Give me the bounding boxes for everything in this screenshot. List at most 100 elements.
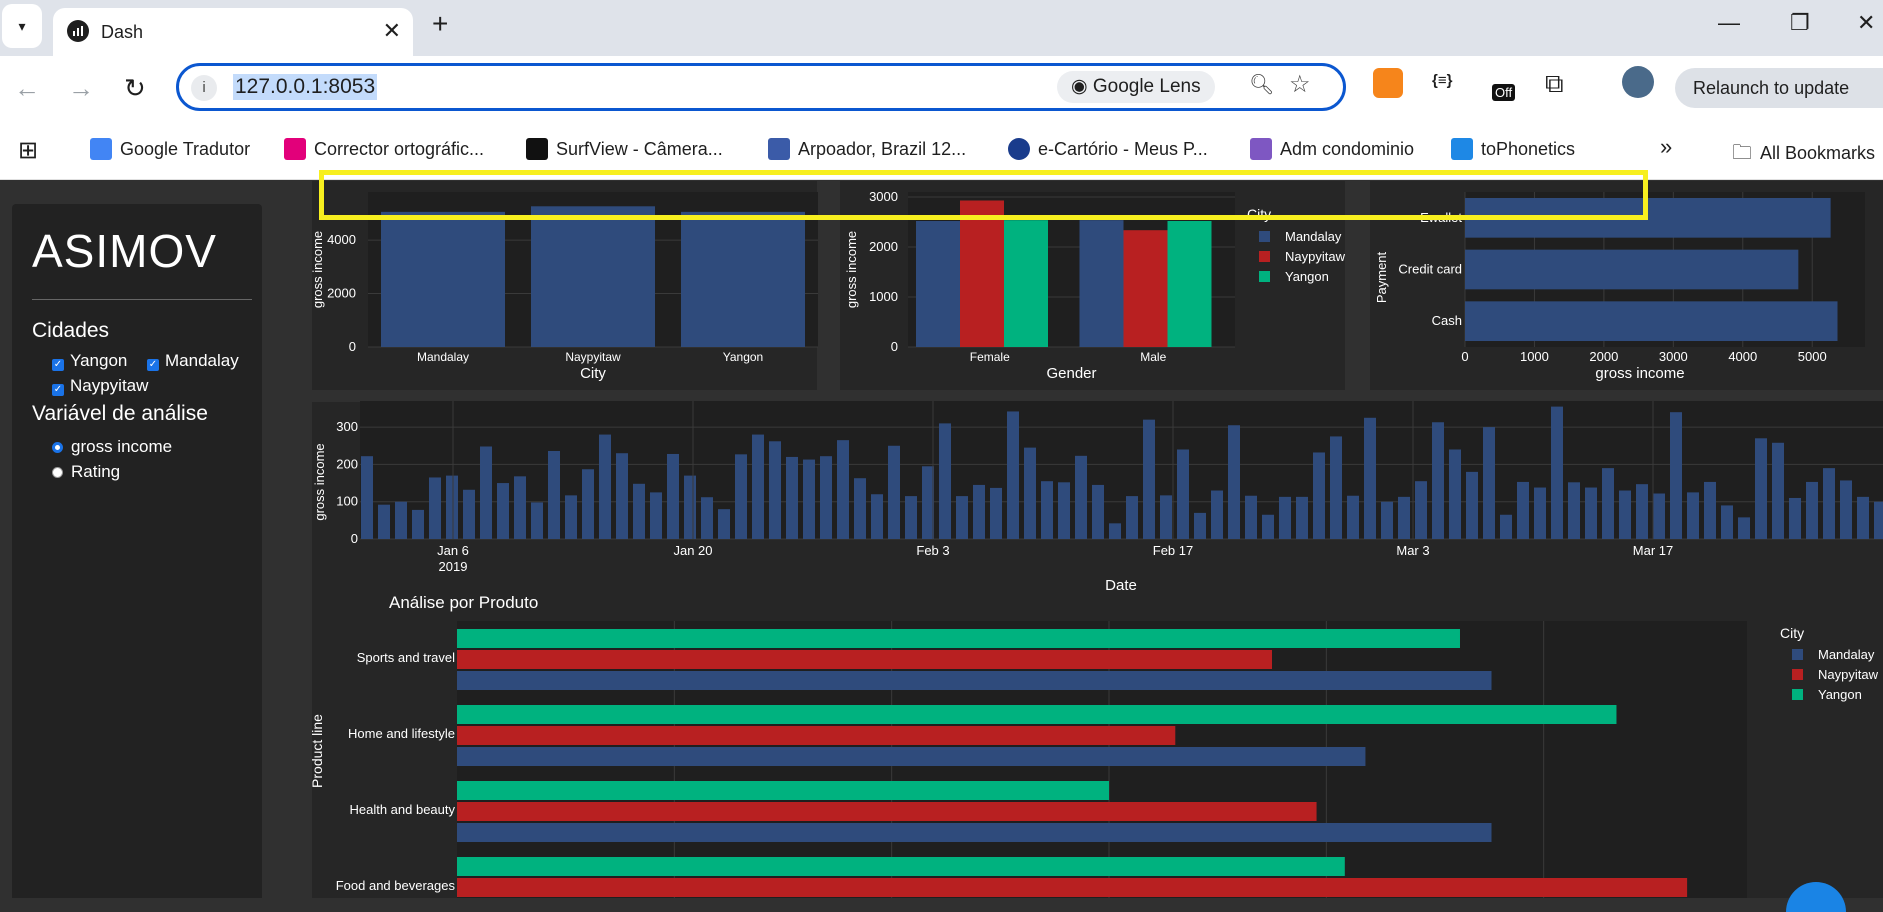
bar-date [905, 496, 917, 539]
new-tab-icon[interactable]: + [432, 8, 448, 40]
bar-date [1704, 481, 1716, 539]
bookmark-label: SurfView - Câmera... [556, 139, 723, 159]
y-axis-label: gross income [310, 231, 325, 308]
bar-date [599, 434, 611, 539]
bookmark-item[interactable]: Adm condominio [1250, 138, 1414, 160]
bar-date [1772, 442, 1784, 539]
bar-date [684, 475, 696, 539]
y-axis-label: Product line [309, 714, 325, 788]
bar-date [1262, 514, 1274, 539]
bar-date [990, 487, 1002, 539]
bar-date [1279, 496, 1291, 539]
y-tick-label: 100 [336, 494, 358, 509]
relaunch-button[interactable]: Relaunch to update [1675, 68, 1883, 108]
zoom-icon[interactable]: 🔍︎ [1249, 72, 1274, 97]
bookmark-item[interactable]: SurfView - Câmera... [526, 138, 723, 160]
tab-title: Dash [101, 22, 144, 42]
y-tick-label: 300 [336, 419, 358, 434]
metamask-icon[interactable] [1373, 68, 1403, 98]
url-text[interactable]: 127.0.0.1:8053 [233, 74, 378, 100]
bar-date [956, 496, 968, 539]
forward-arrow-icon[interactable]: → [68, 73, 94, 104]
all-bookmarks-button[interactable]: 🗀 All Bookmarks [1732, 138, 1875, 172]
y-axis-label: gross income [844, 231, 859, 308]
bookmark-item[interactable]: Corrector ortográfic... [284, 138, 484, 160]
more-bookmarks-button[interactable]: » [1660, 134, 1672, 160]
tophonetics-icon [1451, 138, 1473, 160]
legend-swatch [1259, 251, 1270, 262]
google-translate-icon [90, 138, 112, 160]
bar-date [1874, 501, 1883, 539]
bar-date [922, 466, 934, 539]
bar-date [1483, 427, 1495, 539]
bar-naypyitaw [531, 206, 655, 347]
legend-swatch [1792, 649, 1803, 660]
legend-label: Yangon [1818, 687, 1862, 702]
bar-date [1721, 505, 1733, 539]
address-bar[interactable]: i 127.0.0.1:8053 ◉ Google Lens 🔍︎ ☆ [176, 63, 1346, 111]
x-axis-label: Gender [1046, 365, 1096, 382]
x-tick-label: 1000 [1520, 349, 1549, 364]
x-axis-label: City [580, 365, 606, 382]
tab-search-button[interactable]: ▾ [2, 4, 42, 48]
bar-date [1109, 523, 1121, 539]
bar-date [650, 492, 662, 539]
bar-naypyitaw [457, 802, 1317, 821]
bar-date [1075, 455, 1087, 539]
bar-naypyitaw [960, 200, 1004, 347]
bookmark-item[interactable]: e-Cartório - Meus P... [1008, 138, 1208, 160]
close-tab-icon[interactable]: ✕ [383, 18, 401, 44]
json-viewer-icon[interactable]: {≡} [1432, 72, 1452, 89]
bar-date [820, 456, 832, 539]
bar-date [1398, 496, 1410, 539]
bar-yangon [457, 781, 1109, 800]
bar-date [1500, 514, 1512, 539]
bar-date [1449, 449, 1461, 539]
profile-avatar[interactable] [1622, 66, 1654, 98]
bar-date [480, 446, 492, 539]
arpoador-icon [768, 138, 790, 160]
bookmark-item[interactable]: Arpoador, Brazil 12... [768, 138, 966, 160]
site-info-icon[interactable]: i [191, 75, 217, 101]
bookmark-item[interactable]: toPhonetics [1451, 138, 1575, 160]
bookmark-item[interactable]: Google Tradutor [90, 138, 250, 160]
close-window-icon[interactable]: ✕ [1857, 10, 1875, 36]
off-badge-icon[interactable]: Off [1492, 84, 1516, 101]
legend-title: City [1780, 625, 1804, 641]
y-tick-label: 0 [349, 339, 356, 354]
charts-canvas: 020004000Mandalay Naypyitaw YangonCitygros… [309, 181, 1883, 898]
google-lens-button[interactable]: ◉ Google Lens [1057, 71, 1215, 103]
bar-date [1857, 496, 1869, 539]
bar-date [378, 504, 390, 539]
folder-icon: 🗀 [1732, 142, 1752, 164]
reload-icon[interactable]: ↻ [124, 73, 146, 104]
x-tick-label: Mar 17 [1633, 543, 1673, 558]
apps-grid-icon[interactable]: ⊞ [18, 136, 38, 165]
bar-date [973, 484, 985, 539]
bar-date [1585, 487, 1597, 539]
bar-date [395, 501, 407, 539]
bar-yangon [457, 629, 1460, 648]
bookmark-label: Arpoador, Brazil 12... [798, 139, 967, 159]
legend-swatch [1792, 689, 1803, 700]
bookmark-star-icon[interactable]: ☆ [1289, 70, 1311, 99]
bar-date [463, 489, 475, 539]
bookmark-label: Corrector ortográfic... [314, 139, 485, 159]
restore-icon[interactable]: ❐ [1790, 10, 1810, 36]
bar-date [1789, 497, 1801, 539]
bar-date [1517, 481, 1529, 539]
legend-label: Naypyitaw [1818, 667, 1879, 682]
back-arrow-icon[interactable]: ← [14, 73, 40, 104]
bar-yangon [1167, 221, 1212, 347]
minimize-icon[interactable]: — [1718, 10, 1740, 36]
bar-date [514, 476, 526, 539]
dash-page: ASIMOV Cidades ✓ Yangon ✓ Mandalay ✓ Naypyi… [0, 181, 1883, 898]
relaunch-label: Relaunch to update [1693, 78, 1850, 98]
tab-dash[interactable]: Dash ✕ [53, 8, 413, 56]
bar-date [837, 440, 849, 539]
x-tick-label: Feb 17 [1153, 543, 1193, 558]
bar-date [939, 423, 951, 539]
bar-date [1330, 436, 1342, 539]
bar-mandalay [457, 747, 1366, 766]
extensions-puzzle-icon[interactable]: ⧉ [1545, 68, 1564, 100]
